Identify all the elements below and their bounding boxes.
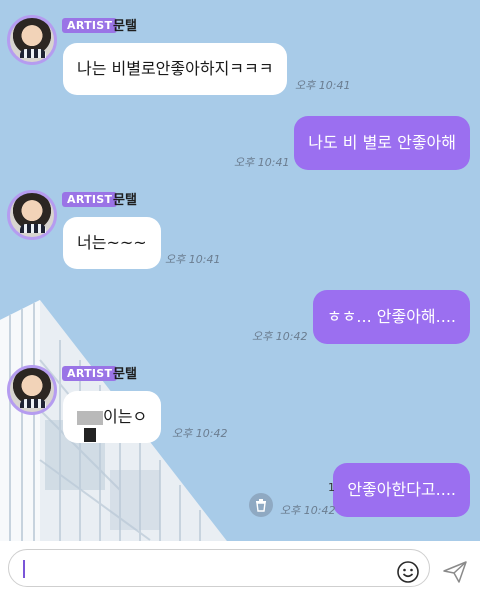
incoming-message-bubble[interactable]: 이는ㅇ (63, 391, 162, 443)
incoming-message-bubble[interactable]: 너는~~~ (63, 217, 161, 269)
outgoing-message-bubble[interactable]: 나도 비 별로 안좋아해 (294, 116, 470, 170)
message-timestamp: 오후 10:41 (165, 253, 221, 266)
outgoing-message-bubble[interactable]: ㅎㅎ... 안좋아해.... (312, 290, 470, 344)
artist-badge: ARTIST (62, 192, 118, 207)
message-timestamp: 오후 10:42 (252, 330, 308, 343)
trash-icon[interactable] (249, 493, 273, 517)
sender-name: 문탤 (113, 193, 137, 208)
artist-badge: ARTIST (62, 18, 118, 33)
incoming-message-bubble[interactable]: 나는 비별로안좋아하지ㅋㅋㅋ (63, 43, 288, 95)
paper-plane-icon[interactable] (442, 559, 468, 585)
message-timestamp: 오후 10:41 (295, 79, 351, 92)
redacted-name (77, 410, 103, 442)
message-text: 이는ㅇ (103, 407, 148, 426)
smiley-icon[interactable] (396, 560, 420, 584)
artist-avatar[interactable] (7, 15, 57, 65)
message-input[interactable] (8, 549, 430, 587)
unread-count: 1 (328, 481, 335, 494)
sender-name: 문탤 (113, 367, 137, 382)
artist-badge: ARTIST (62, 366, 118, 381)
artist-avatar[interactable] (7, 190, 57, 240)
sender-name: 문탤 (113, 19, 137, 34)
message-timestamp: 오후 10:41 (234, 156, 290, 169)
artist-avatar[interactable] (7, 365, 57, 415)
message-timestamp: 오후 10:42 (172, 427, 228, 440)
message-timestamp: 오후 10:42 (280, 504, 336, 517)
text-caret (23, 560, 25, 578)
outgoing-message-bubble[interactable]: 안좋아한다고.... (333, 463, 470, 517)
message-composer (0, 541, 480, 598)
chat-screen: ARTIST 문탤 나는 비별로안좋아하지ㅋㅋㅋ 오후 10:41 나도 비 별… (0, 0, 480, 598)
